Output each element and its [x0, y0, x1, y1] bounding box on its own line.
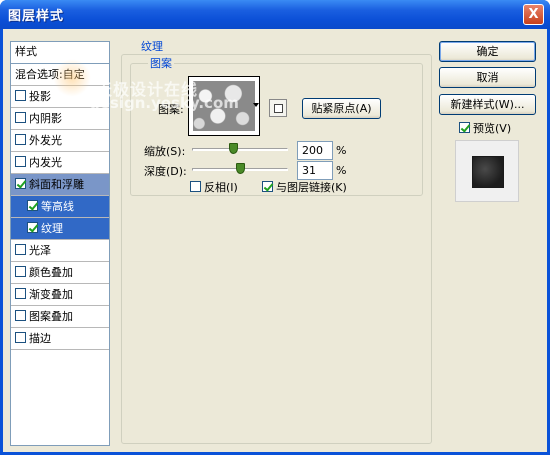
style-list-item[interactable]: 等高线	[11, 196, 109, 218]
invert-label: 反相(I)	[204, 181, 238, 194]
scale-unit: %	[336, 144, 347, 157]
style-item-checkbox[interactable]	[15, 310, 26, 321]
invert-checkbox[interactable]: 反相(I)	[190, 179, 238, 195]
scale-input[interactable]: 200	[297, 141, 333, 160]
style-item-checkbox[interactable]	[15, 134, 26, 145]
pattern-swatch	[193, 81, 255, 131]
style-item-checkbox[interactable]	[15, 112, 26, 123]
style-item-checkbox[interactable]	[15, 332, 26, 343]
style-item-label: 斜面和浮雕	[29, 178, 84, 191]
style-item-checkbox[interactable]	[15, 156, 26, 167]
close-button[interactable]: X	[523, 4, 544, 25]
style-list-item[interactable]: 图案叠加	[11, 306, 109, 328]
link-with-layer-checkbox[interactable]: 与图层链接(K)	[262, 179, 347, 195]
style-list-item[interactable]: 光泽	[11, 240, 109, 262]
cancel-button[interactable]: 取消	[439, 67, 536, 88]
style-item-checkbox[interactable]	[15, 288, 26, 299]
style-item-label: 描边	[29, 332, 51, 345]
style-item-label: 外发光	[29, 134, 62, 147]
depth-input[interactable]: 31	[297, 161, 333, 180]
style-preview	[455, 140, 519, 202]
preview-checkbox[interactable]: 预览(V)	[459, 120, 511, 136]
style-list-item[interactable]: 斜面和浮雕	[11, 174, 109, 196]
scale-slider-thumb[interactable]	[229, 143, 238, 154]
invert-checkbox-box[interactable]	[190, 181, 201, 192]
dialog-title: 图层样式	[8, 9, 65, 24]
layer-style-dialog: 图层样式 X 样式 混合选项:自定 投影 内阴影 外发光 内发光 斜面和浮雕 等高线 纹理 光泽…	[0, 0, 550, 455]
depth-label: 深度(D):	[144, 165, 187, 178]
link-label: 与图层链接(K)	[276, 181, 347, 194]
style-item-checkbox[interactable]	[27, 200, 38, 211]
style-list-item[interactable]: 内阴影	[11, 108, 109, 130]
style-item-checkbox[interactable]	[27, 222, 38, 233]
style-item-checkbox[interactable]	[15, 90, 26, 101]
style-item-label: 纹理	[41, 222, 63, 235]
ok-button[interactable]: 确定	[439, 41, 536, 62]
style-item-label: 内阴影	[29, 112, 62, 125]
style-list: 样式 混合选项:自定投影内阴影外发光内发光斜面和浮雕等高线纹理光泽颜色叠加渐变叠…	[10, 41, 110, 446]
title-bar[interactable]: 图层样式 X	[0, 0, 550, 29]
style-list-header[interactable]: 样式	[11, 42, 109, 64]
close-icon: X	[528, 7, 539, 22]
style-list-item[interactable]: 外发光	[11, 130, 109, 152]
pattern-picker[interactable]	[188, 76, 260, 136]
style-item-label: 光泽	[29, 244, 51, 257]
style-item-checkbox[interactable]	[15, 178, 26, 189]
style-list-item[interactable]: 混合选项:自定	[11, 64, 109, 86]
style-item-label: 混合选项:自定	[15, 68, 85, 81]
style-list-item[interactable]: 投影	[11, 86, 109, 108]
depth-slider-thumb[interactable]	[236, 163, 245, 174]
style-list-item[interactable]: 渐变叠加	[11, 284, 109, 306]
style-list-item[interactable]: 描边	[11, 328, 109, 350]
style-list-rows: 混合选项:自定投影内阴影外发光内发光斜面和浮雕等高线纹理光泽颜色叠加渐变叠加图案…	[11, 64, 109, 350]
pattern-label: 图案:	[158, 103, 184, 116]
preview-checkbox-box[interactable]	[459, 122, 470, 133]
style-item-checkbox[interactable]	[15, 244, 26, 255]
pattern-subgroup-title: 图案	[148, 55, 174, 71]
style-item-label: 投影	[29, 90, 51, 103]
pattern-dropdown-icon[interactable]	[253, 103, 259, 107]
scale-label: 缩放(S):	[144, 145, 186, 158]
style-item-label: 等高线	[41, 200, 74, 213]
style-item-label: 内发光	[29, 156, 62, 169]
preview-swatch	[472, 156, 504, 188]
style-item-label: 图案叠加	[29, 310, 73, 323]
texture-group-title: 纹理	[139, 38, 165, 54]
new-style-button[interactable]: 新建样式(W)...	[439, 94, 536, 115]
style-list-item[interactable]: 颜色叠加	[11, 262, 109, 284]
snap-to-origin-button[interactable]: 贴紧原点(A)	[302, 98, 381, 119]
preview-label: 预览(V)	[473, 122, 512, 135]
dialog-client: 样式 混合选项:自定 投影 内阴影 外发光 内发光 斜面和浮雕 等高线 纹理 光泽 颜色叠加 渐变叠…	[3, 29, 547, 452]
style-item-checkbox[interactable]	[15, 266, 26, 277]
style-item-label: 颜色叠加	[29, 266, 73, 279]
style-list-item[interactable]: 内发光	[11, 152, 109, 174]
depth-unit: %	[336, 164, 347, 177]
scale-slider-track[interactable]	[192, 148, 288, 151]
link-checkbox-box[interactable]	[262, 181, 273, 192]
new-preset-icon[interactable]	[269, 99, 287, 117]
style-item-label: 渐变叠加	[29, 288, 73, 301]
style-list-item[interactable]: 纹理	[11, 218, 109, 240]
